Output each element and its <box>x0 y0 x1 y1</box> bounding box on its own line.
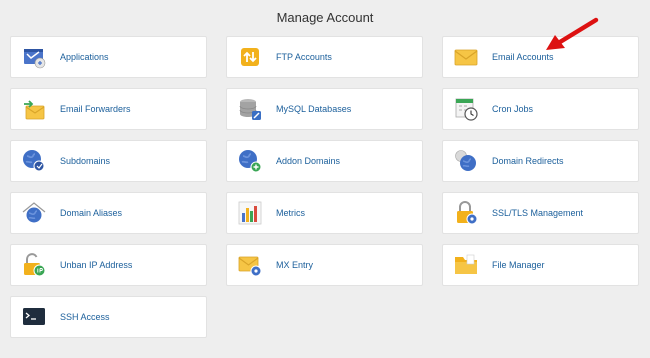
tile-label: FTP Accounts <box>276 52 332 62</box>
tile-unban-ip-address[interactable]: Unban IP Address <box>10 244 207 286</box>
ssh-access-icon <box>21 304 47 330</box>
tile-mysql-databases[interactable]: MySQL Databases <box>226 88 423 130</box>
subdomains-icon <box>21 148 47 174</box>
addon-domains-icon <box>237 148 263 174</box>
tile-file-manager[interactable]: File Manager <box>442 244 639 286</box>
tile-ftp-accounts[interactable]: FTP Accounts <box>226 36 423 78</box>
metrics-icon <box>237 200 263 226</box>
tile-label: Domain Redirects <box>492 156 564 166</box>
ftp-accounts-icon <box>237 44 263 70</box>
tile-label: Unban IP Address <box>60 260 133 270</box>
tile-cron-jobs[interactable]: Cron Jobs <box>442 88 639 130</box>
tile-applications[interactable]: Applications <box>10 36 207 78</box>
file-manager-icon <box>453 252 479 278</box>
tile-ssl-tls-management[interactable]: SSL/TLS Management <box>442 192 639 234</box>
tile-mx-entry[interactable]: MX Entry <box>226 244 423 286</box>
tile-label: Applications <box>60 52 109 62</box>
tile-domain-redirects[interactable]: Domain Redirects <box>442 140 639 182</box>
tile-email-forwarders[interactable]: Email Forwarders <box>10 88 207 130</box>
tile-label: File Manager <box>492 260 545 270</box>
tile-addon-domains[interactable]: Addon Domains <box>226 140 423 182</box>
tile-subdomains[interactable]: Subdomains <box>10 140 207 182</box>
tile-label: Subdomains <box>60 156 111 166</box>
tile-label: SSH Access <box>60 312 110 322</box>
domain-aliases-icon <box>21 200 47 226</box>
unban-ip-icon <box>21 252 47 278</box>
tile-ssh-access[interactable]: SSH Access <box>10 296 207 338</box>
email-accounts-icon <box>453 44 479 70</box>
annotation-arrow-icon <box>546 17 599 50</box>
account-tools-grid: Applications FTP Accounts Email Accounts… <box>10 36 639 338</box>
tile-label: Metrics <box>276 208 305 218</box>
mx-entry-icon <box>237 252 263 278</box>
email-forwarders-icon <box>21 96 47 122</box>
domain-redirects-icon <box>453 148 479 174</box>
tile-label: MX Entry <box>276 260 314 270</box>
tile-metrics[interactable]: Metrics <box>226 192 423 234</box>
applications-icon <box>21 44 47 70</box>
tile-label: MySQL Databases <box>276 104 352 114</box>
tile-domain-aliases[interactable]: Domain Aliases <box>10 192 207 234</box>
tile-label: Addon Domains <box>276 156 341 166</box>
tile-label: Domain Aliases <box>60 208 123 218</box>
tile-label: Email Forwarders <box>60 104 131 114</box>
tile-label: SSL/TLS Management <box>492 208 584 218</box>
ssl-tls-icon <box>453 200 479 226</box>
cron-jobs-icon <box>453 96 479 122</box>
mysql-databases-icon <box>237 96 263 122</box>
tile-label: Cron Jobs <box>492 104 534 114</box>
